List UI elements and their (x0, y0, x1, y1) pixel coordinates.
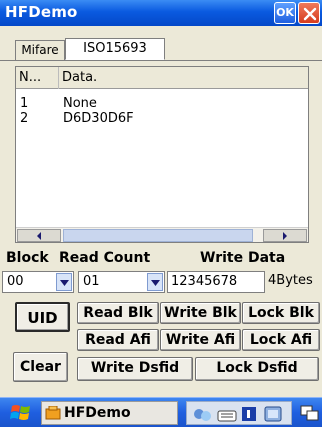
close-button[interactable] (298, 2, 320, 24)
chevron-down-icon (151, 280, 160, 286)
device-icon[interactable] (263, 405, 283, 423)
row-data: None (63, 96, 97, 111)
taskbar-app-label: HFDemo (64, 405, 131, 421)
scroll-left-button[interactable] (17, 229, 61, 242)
chevron-down-icon (60, 280, 69, 286)
chevron-right-icon (283, 232, 287, 240)
tab-mifare[interactable]: Mifare (15, 40, 65, 60)
list-header: N... Data. (16, 67, 308, 89)
horizontal-scrollbar[interactable] (16, 227, 308, 242)
desktop-icon[interactable] (300, 403, 320, 423)
app-icon (45, 406, 61, 420)
block-select[interactable]: 00 (2, 271, 74, 293)
tab-panel-border (0, 60, 322, 61)
clear-button[interactable]: Clear (13, 352, 68, 382)
uid-button[interactable]: UID (15, 302, 70, 332)
info-icon[interactable] (241, 405, 257, 423)
taskbar: HFDemo (0, 397, 322, 427)
block-label: Block (6, 250, 49, 266)
keyboard-icon[interactable] (217, 405, 237, 423)
title-bar: HFDemo OK (0, 0, 322, 26)
row-number: 1 (20, 96, 29, 111)
read-blk-button[interactable]: Read Blk (77, 302, 159, 324)
system-tray (186, 401, 292, 425)
column-header-number[interactable]: N... (16, 67, 59, 89)
write-data-unit: 4Bytes (268, 273, 313, 288)
block-select-value: 00 (7, 274, 24, 289)
write-data-label: Write Data (200, 250, 286, 266)
lock-afi-button[interactable]: Lock Afi (242, 329, 320, 351)
lock-blk-button[interactable]: Lock Blk (242, 302, 320, 324)
lock-dsfid-button[interactable]: Lock Dsfid (195, 357, 319, 381)
scroll-right-button[interactable] (263, 229, 307, 242)
read-afi-button[interactable]: Read Afi (77, 329, 159, 351)
row-number: 2 (20, 111, 29, 126)
close-icon (303, 7, 317, 21)
ok-button[interactable]: OK (274, 2, 296, 24)
list-item[interactable]: 1 None (16, 97, 308, 111)
write-blk-button[interactable]: Write Blk (160, 302, 241, 324)
scroll-thumb[interactable] (63, 229, 253, 242)
block-dropdown-button[interactable] (56, 273, 72, 291)
chevron-left-icon (37, 232, 41, 240)
read-count-dropdown-button[interactable] (147, 273, 163, 291)
data-list[interactable]: N... Data. 1 None 2 D6D30D6F (15, 66, 309, 243)
read-count-label: Read Count (59, 250, 151, 266)
list-item[interactable]: 2 D6D30D6F (16, 112, 308, 126)
write-data-input[interactable]: 12345678 (167, 271, 265, 293)
read-count-select[interactable]: 01 (78, 271, 165, 293)
tab-iso15693[interactable]: ISO15693 (65, 38, 165, 60)
window-title: HFDemo (5, 3, 78, 21)
sync-icon[interactable] (193, 405, 213, 423)
read-count-select-value: 01 (83, 274, 100, 289)
column-header-data[interactable]: Data. (59, 67, 308, 89)
start-flag-icon[interactable] (10, 403, 32, 423)
write-afi-button[interactable]: Write Afi (160, 329, 241, 351)
taskbar-app-button[interactable]: HFDemo (41, 401, 178, 425)
row-data: D6D30D6F (63, 111, 134, 126)
write-dsfid-button[interactable]: Write Dsfid (77, 357, 193, 381)
